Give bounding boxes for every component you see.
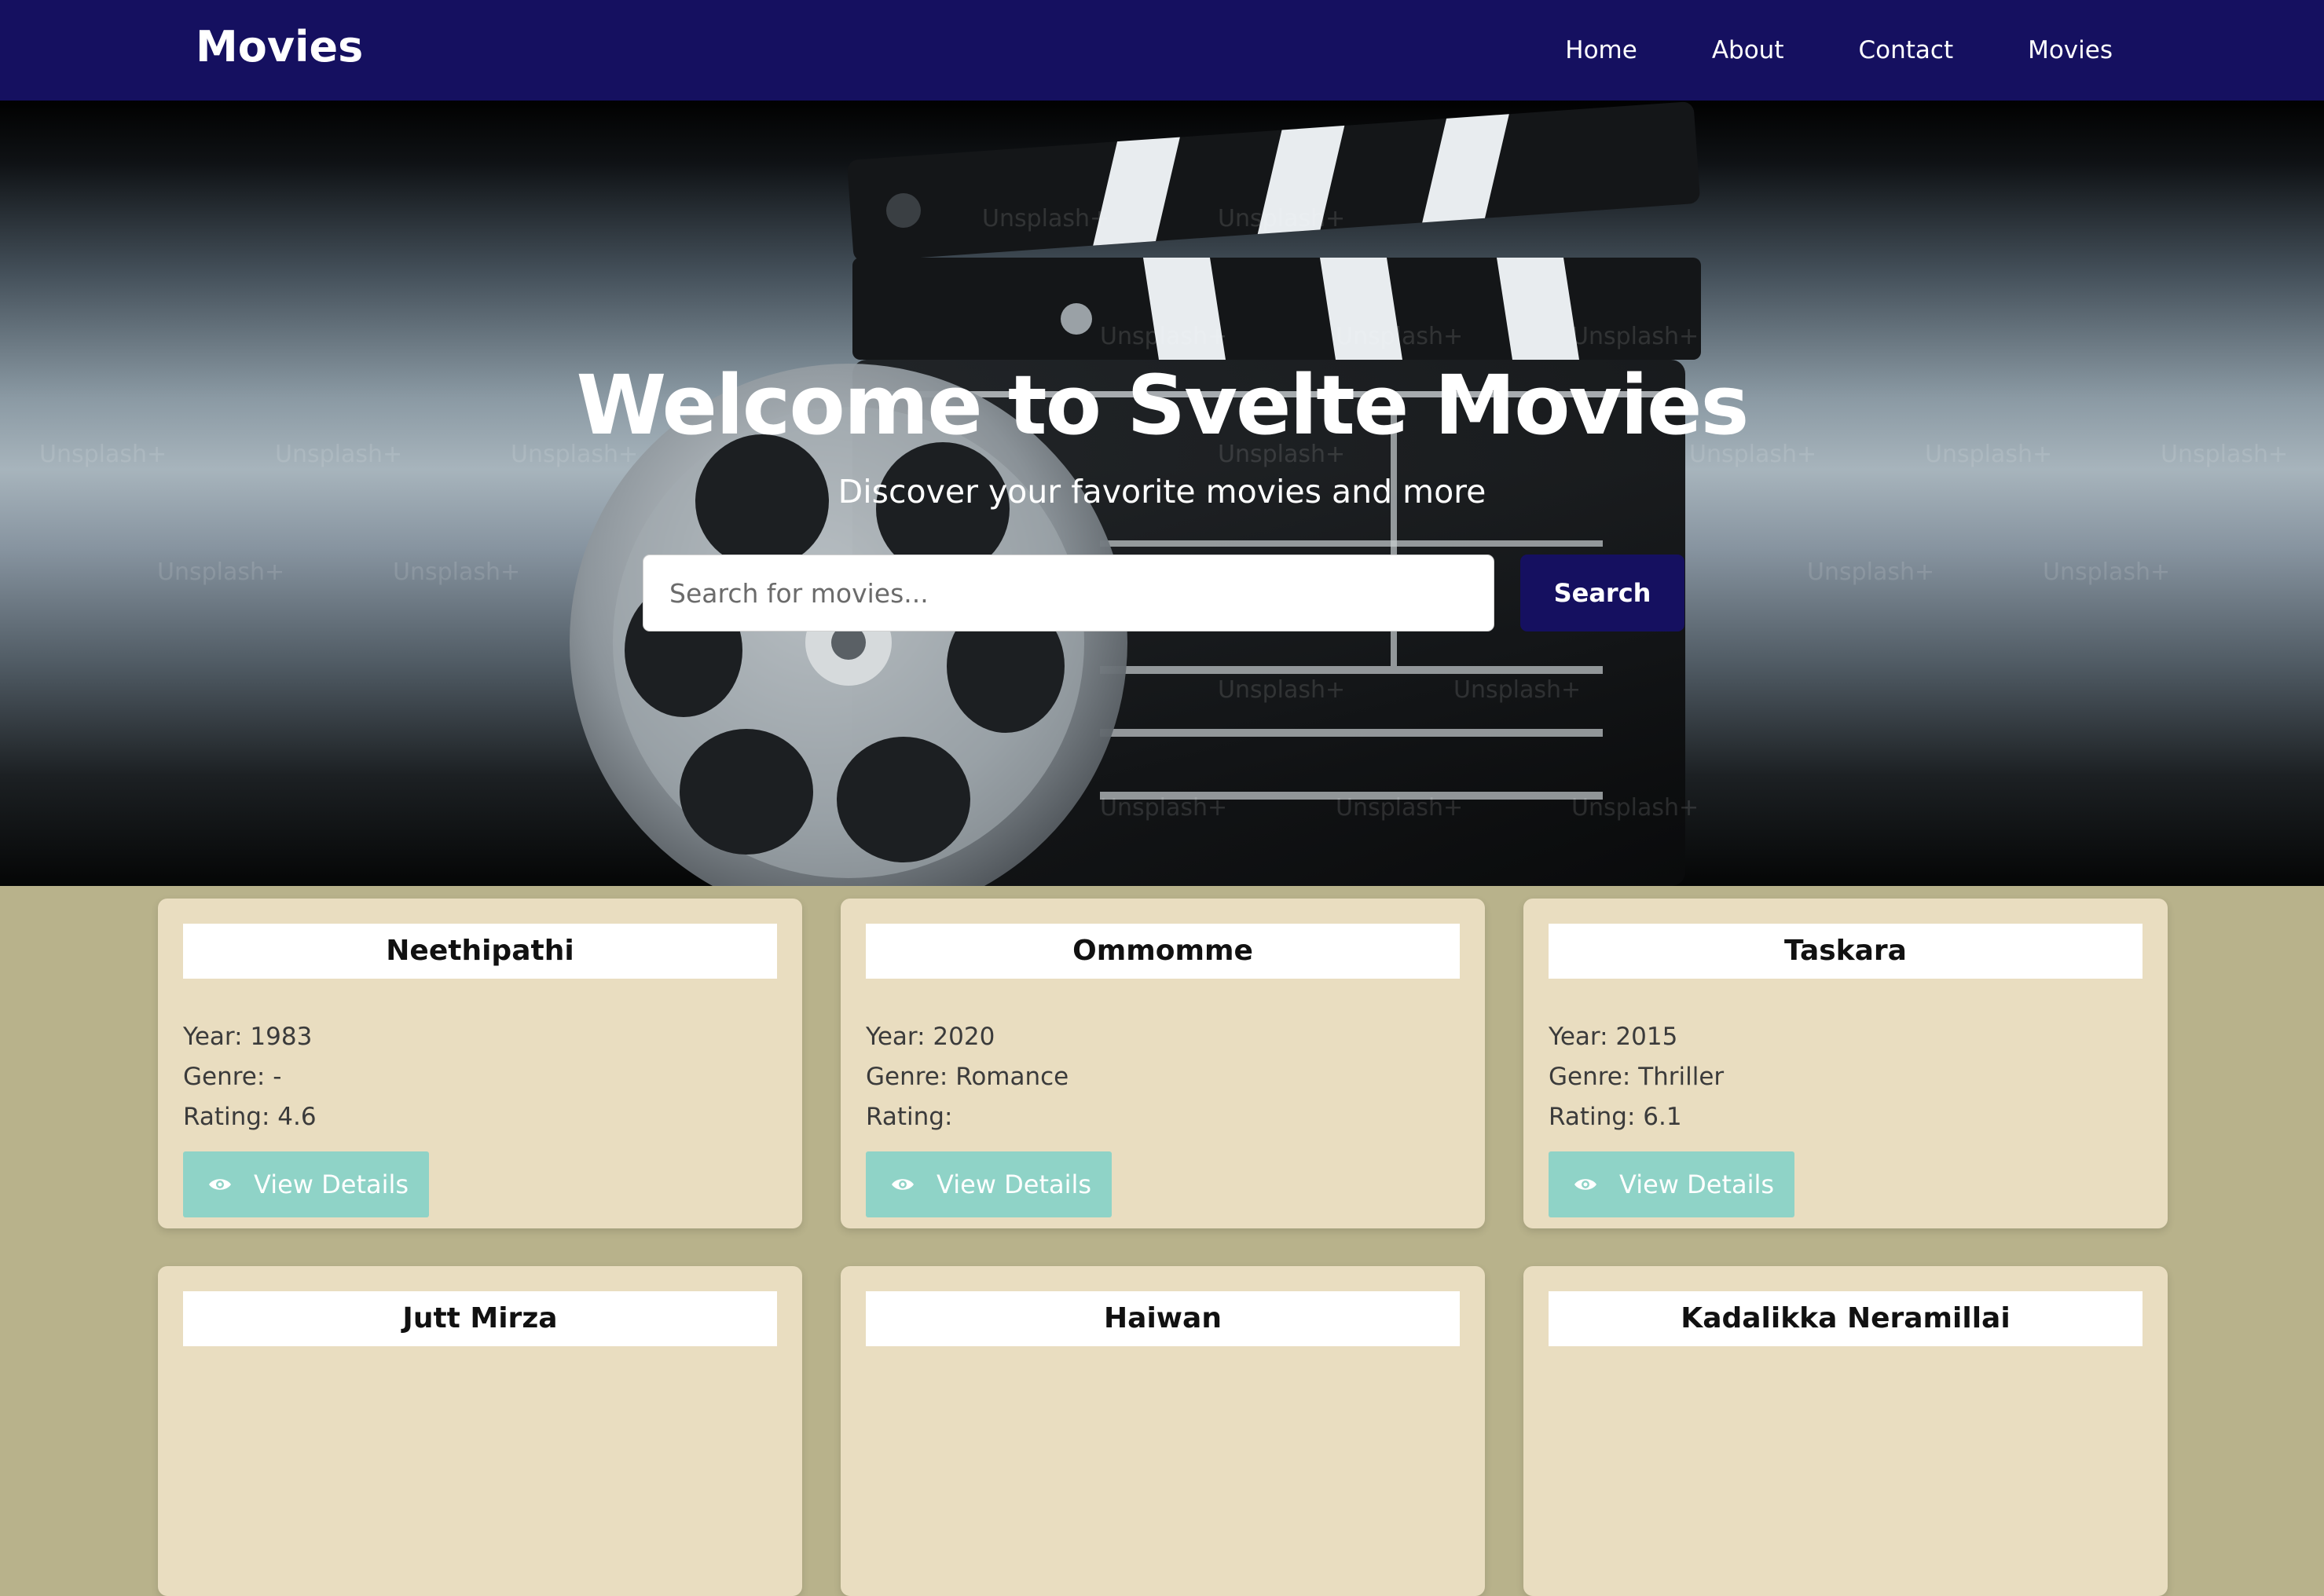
genre-value: - — [273, 1063, 282, 1091]
movie-year: Year: 2020 — [866, 1021, 995, 1052]
hero-subtitle: Discover your favorite movies and more — [838, 473, 1486, 511]
movie-title: Taskara — [1549, 924, 2143, 979]
movie-card: Jutt Mirza — [158, 1266, 802, 1596]
movie-card: Taskara Year: 2015 Genre: Thriller Ratin… — [1523, 899, 2168, 1228]
movie-card: Kadalikka Neramillai — [1523, 1266, 2168, 1596]
rating-value: 6.1 — [1643, 1103, 1682, 1131]
year-value: 1983 — [250, 1023, 313, 1051]
genre-label: Genre: — [866, 1063, 948, 1091]
view-details-label: View Details — [1619, 1170, 1775, 1199]
movie-genre: Genre: Thriller — [1549, 1061, 1724, 1093]
movie-title: Jutt Mirza — [183, 1291, 777, 1346]
nav-links: Home About Contact Movies — [1565, 0, 2113, 101]
top-navbar: Movies Home About Contact Movies — [0, 0, 2324, 101]
year-label: Year: — [1549, 1023, 1608, 1051]
view-details-button[interactable]: View Details — [1549, 1151, 1794, 1217]
rating-value: 4.6 — [277, 1103, 317, 1131]
year-value: 2020 — [933, 1023, 995, 1051]
movie-title: Neethipathi — [183, 924, 777, 979]
genre-value: Thriller — [1638, 1063, 1725, 1091]
movie-genre: Genre: Romance — [866, 1061, 1069, 1093]
view-details-button[interactable]: View Details — [866, 1151, 1112, 1217]
year-label: Year: — [866, 1023, 926, 1051]
view-details-label: View Details — [937, 1170, 1092, 1199]
movie-genre: Genre: - — [183, 1061, 281, 1093]
hero-title: Welcome to Svelte Movies — [576, 357, 1750, 453]
movie-rating: Rating: 6.1 — [1549, 1101, 1682, 1133]
nav-link-contact[interactable]: Contact — [1858, 36, 1953, 64]
movie-rating: Rating: 4.6 — [183, 1101, 317, 1133]
eye-icon — [209, 1179, 231, 1190]
hero-banner: Unsplash+ Unsplash+ Unsplash+ Unsplash+ … — [0, 101, 2324, 886]
movie-title: Kadalikka Neramillai — [1549, 1291, 2143, 1346]
year-label: Year: — [183, 1023, 243, 1051]
movie-year: Year: 1983 — [183, 1021, 312, 1052]
rating-label: Rating: — [1549, 1103, 1636, 1131]
view-details-label: View Details — [254, 1170, 409, 1199]
view-details-button[interactable]: View Details — [183, 1151, 429, 1217]
genre-value: Romance — [955, 1063, 1069, 1091]
movie-rating: Rating: — [866, 1101, 952, 1133]
eye-icon — [892, 1179, 914, 1190]
movie-year: Year: 2015 — [1549, 1021, 1677, 1052]
movie-title: Haiwan — [866, 1291, 1460, 1346]
genre-label: Genre: — [183, 1063, 266, 1091]
nav-link-home[interactable]: Home — [1565, 36, 1637, 64]
movie-search-input[interactable] — [643, 555, 1494, 631]
nav-link-movies[interactable]: Movies — [2028, 36, 2113, 64]
movie-card: Haiwan — [841, 1266, 1485, 1596]
rating-label: Rating: — [183, 1103, 270, 1131]
hero-content: Welcome to Svelte Movies Discover your f… — [0, 101, 2324, 886]
genre-label: Genre: — [1549, 1063, 1631, 1091]
search-button[interactable]: Search — [1520, 555, 1684, 631]
movie-title: Ommomme — [866, 924, 1460, 979]
brand-logo[interactable]: Movies — [196, 19, 363, 75]
movie-card-grid: Neethipathi Year: 1983 Genre: - Rating: … — [0, 886, 2324, 1596]
nav-link-about[interactable]: About — [1712, 36, 1784, 64]
movie-card: Ommomme Year: 2020 Genre: Romance Rating… — [841, 899, 1485, 1228]
rating-label: Rating: — [866, 1103, 953, 1131]
movie-card: Neethipathi Year: 1983 Genre: - Rating: … — [158, 899, 802, 1228]
eye-icon — [1574, 1179, 1596, 1190]
year-value: 2015 — [1615, 1023, 1678, 1051]
